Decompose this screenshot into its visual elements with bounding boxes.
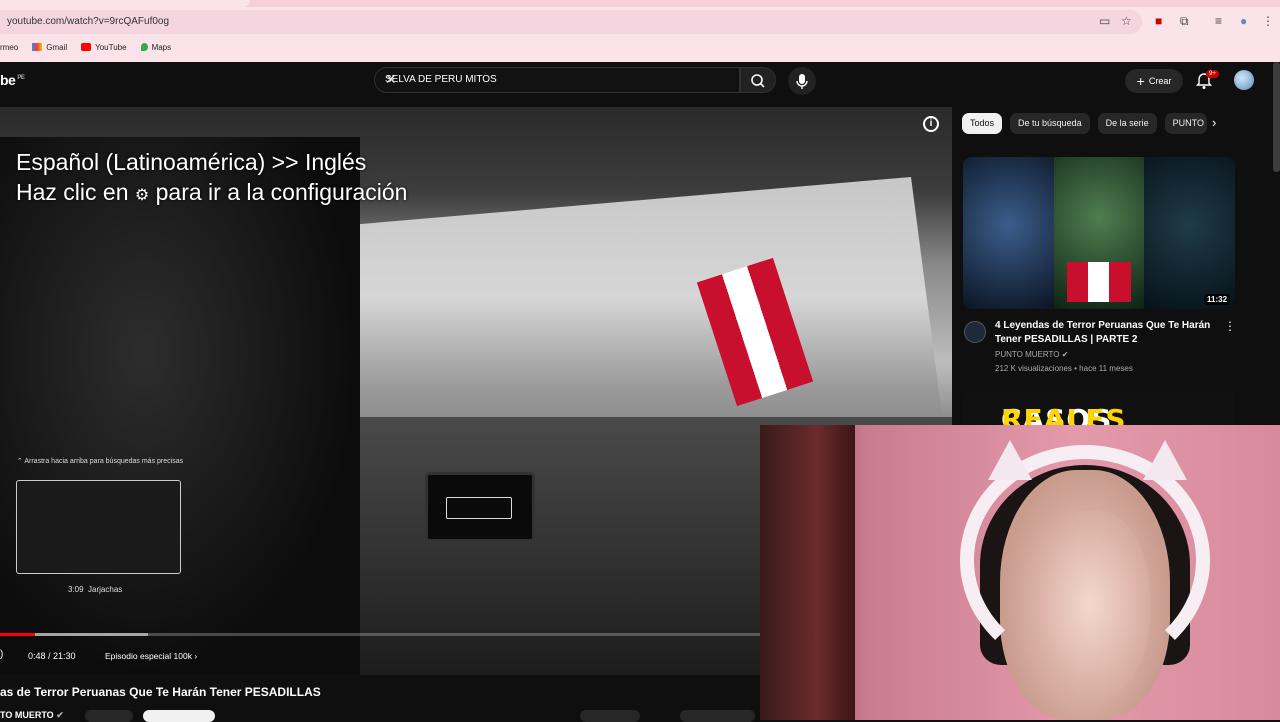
bookmark-label: rmeo xyxy=(0,42,19,52)
video-scene-car-screen xyxy=(425,472,535,542)
bookmark-label: Maps xyxy=(151,42,172,52)
gear-icon: ⚙ xyxy=(134,187,150,204)
menu-icon[interactable]: ⋮ xyxy=(1262,14,1274,28)
bookmarks-bar: rmeo Gmail YouTube Maps xyxy=(0,38,171,56)
chip-de-tu-busqueda[interactable]: De tu búsqueda xyxy=(1010,113,1090,134)
subscribe-button[interactable] xyxy=(143,710,215,722)
create-label: Crear xyxy=(1148,76,1172,86)
bookmark-label: Gmail xyxy=(46,42,68,52)
filter-chips: Todos De tu búsqueda De la serie PUNTO xyxy=(962,113,1207,134)
drag-hint: ⌃ Arrastra hacia arriba para búsquedas m… xyxy=(16,458,184,465)
chip-todos[interactable]: Todos xyxy=(962,113,1003,134)
account-avatar[interactable] xyxy=(1234,70,1254,90)
microphone-icon xyxy=(796,74,808,89)
channel-name-text: TO MUERTO xyxy=(0,710,54,720)
cat-ear-left xyxy=(988,440,1032,480)
gmail-icon xyxy=(32,43,43,51)
chip-punto[interactable]: PUNTO xyxy=(1164,113,1207,134)
like-button[interactable] xyxy=(580,710,640,722)
bookmark-rmeo[interactable]: rmeo xyxy=(0,43,18,52)
sidebar-video-meta: 212 K visualizaciones • hace 11 meses xyxy=(995,364,1133,373)
duration-badge: 11:32 xyxy=(1204,294,1231,305)
country-code: PE xyxy=(17,75,25,82)
browser-chrome: youtube.com/watch?v=9rcQAFuf0og ▭ ☆ ■ ⧉ … xyxy=(0,0,1280,62)
search-button[interactable] xyxy=(740,67,776,93)
seek-preview-label: 3:09 Jarjachas xyxy=(68,585,122,594)
bookmark-gmail[interactable]: Gmail xyxy=(32,43,67,52)
chip-de-la-serie[interactable]: De la serie xyxy=(1097,113,1157,134)
preview-time: 3:09 xyxy=(68,585,84,594)
chevron-right-icon: › xyxy=(194,651,198,661)
page-scrollbar[interactable] xyxy=(1273,62,1280,172)
info-icon[interactable]: i xyxy=(923,116,939,132)
address-url: youtube.com/watch?v=9rcQAFuf0og xyxy=(7,16,170,27)
bookmark-youtube[interactable]: YouTube xyxy=(81,42,127,52)
logo-text: be xyxy=(0,72,16,88)
webcam-overlay xyxy=(760,425,1280,720)
address-bar[interactable]: youtube.com/watch?v=9rcQAFuf0og xyxy=(0,10,1142,34)
webcam-background-door xyxy=(760,425,855,720)
youtube-logo[interactable]: be PE xyxy=(0,72,25,88)
preview-chapter: Jarjachas xyxy=(88,585,123,594)
volume-icon[interactable]: ) xyxy=(0,649,3,660)
drag-hint-text: Arrastra hacia arriba para búsquedas más… xyxy=(24,458,184,465)
youtube-icon xyxy=(81,43,92,51)
caption-line-2: Haz clic en ⚙ para ir a la configuración xyxy=(16,177,407,211)
bookmark-label: YouTube xyxy=(95,42,127,52)
caption-overlay: Español (Latinoamérica) >> Inglés Haz cl… xyxy=(16,147,407,211)
sidebar-video-channel[interactable]: PUNTO MUERTO ✔ xyxy=(995,350,1068,359)
chapter-label: Episodio especial 100k xyxy=(105,651,192,661)
profile-icon[interactable]: ● xyxy=(1240,14,1247,28)
channel-avatar[interactable] xyxy=(964,321,986,343)
time-display: 0:48 / 21:30 xyxy=(28,651,76,661)
puzzle-icon[interactable]: ⧉ xyxy=(1180,14,1189,29)
star-icon[interactable]: ☆ xyxy=(1121,14,1132,28)
create-button[interactable]: + Crear xyxy=(1125,69,1183,93)
verified-icon: ✔ xyxy=(1061,350,1069,359)
verified-icon: ✔ xyxy=(56,710,64,720)
media-control-icon[interactable]: ≡ xyxy=(1215,14,1222,28)
bookmark-maps[interactable]: Maps xyxy=(140,42,172,52)
caption-text: para ir a la configuración xyxy=(155,179,408,205)
peru-flag-image xyxy=(1067,262,1131,302)
install-icon[interactable]: ▭ xyxy=(1099,14,1110,28)
seek-preview-thumbnail xyxy=(16,480,181,574)
tab-strip xyxy=(0,0,1280,7)
clear-search-icon[interactable]: ✕ xyxy=(385,71,731,88)
maps-icon xyxy=(140,43,148,51)
plus-icon: + xyxy=(1136,73,1145,89)
chevron-right-icon[interactable]: › xyxy=(1212,115,1216,130)
video-scene-driver xyxy=(0,137,360,675)
active-tab[interactable] xyxy=(0,0,250,7)
sidebar-video-title[interactable]: 4 Leyendas de Terror Peruanas Que Te Har… xyxy=(995,319,1220,347)
more-options-icon[interactable]: ⋮ xyxy=(1224,319,1236,333)
progress-played xyxy=(0,633,36,636)
notification-badge: 9+ xyxy=(1206,70,1219,78)
cat-ear-right xyxy=(1143,440,1187,480)
video-title: as de Terror Peruanas Que Te Harán Tener… xyxy=(0,685,321,699)
join-button[interactable] xyxy=(85,710,133,722)
search-input[interactable]: SELVA DE PERU MITOS ✕ xyxy=(374,67,740,93)
channel-label: PUNTO MUERTO xyxy=(995,350,1060,359)
search-icon xyxy=(751,74,765,88)
chapter-button[interactable]: Episodio especial 100k › xyxy=(105,651,197,661)
channel-name[interactable]: TO MUERTO ✔ xyxy=(0,710,64,721)
voice-search-button[interactable] xyxy=(788,67,816,95)
caption-text: Haz clic en xyxy=(16,179,129,205)
share-button[interactable] xyxy=(680,710,755,722)
extension-pdf-icon[interactable]: ■ xyxy=(1155,14,1162,28)
caption-line-1: Español (Latinoamérica) >> Inglés xyxy=(16,149,367,175)
